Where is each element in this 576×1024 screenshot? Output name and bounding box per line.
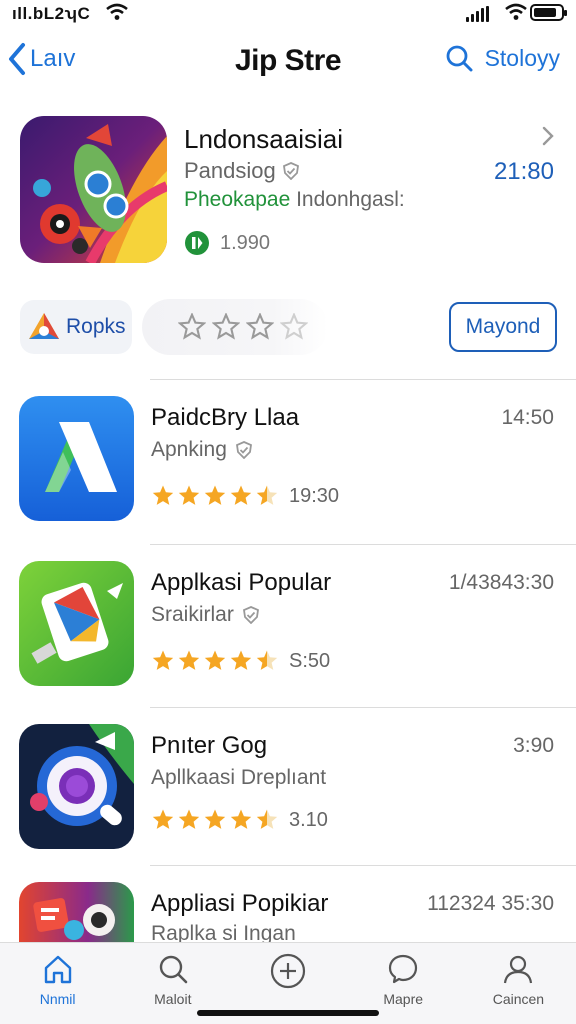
app-name: Appliasi Popikiar xyxy=(151,890,329,917)
search-icon xyxy=(446,45,473,72)
app-name: PaidcBry Llaa xyxy=(151,404,300,431)
verified-badge-icon xyxy=(242,606,259,624)
rating-value: 19:30 xyxy=(289,484,340,507)
star-icon xyxy=(246,313,274,340)
app-time: 14:50 xyxy=(501,406,554,429)
tab-profile[interactable]: Caincen xyxy=(461,943,576,1024)
app-subtitle: Sraikirlar xyxy=(151,603,260,627)
star-icon xyxy=(256,650,278,670)
featured-app-price: 21:80 xyxy=(493,158,554,185)
verified-badge-icon xyxy=(282,162,299,180)
home-indicator[interactable] xyxy=(197,1010,379,1016)
tab-label: Mapre xyxy=(383,991,424,1007)
star-icon xyxy=(230,485,252,505)
app-subtitle: Apnking xyxy=(151,438,253,462)
app-name: Pnıter Gog xyxy=(151,732,268,759)
app-name: Applkasi Popular xyxy=(151,569,332,596)
star-icon xyxy=(230,650,252,670)
featured-app-title: Lndonsaaisiai xyxy=(184,124,344,154)
divider xyxy=(150,865,576,866)
star-icon xyxy=(230,809,252,829)
star-icon xyxy=(152,809,174,829)
star-icon xyxy=(152,485,174,505)
list-item[interactable]: PaidcBry Llaa 14:50 Apnking 19:30 xyxy=(0,396,576,546)
tab-label: Nnmil xyxy=(39,991,76,1007)
list-item[interactable]: Applkasi Popular 1/43843:30 Sraikirlar S… xyxy=(0,561,576,711)
filter-row: Ropks Mayond xyxy=(0,296,576,358)
chevron-right-icon xyxy=(542,126,554,151)
plus-icon xyxy=(270,953,306,989)
star-icon xyxy=(152,650,174,670)
category-chip[interactable]: Ropks xyxy=(20,300,132,354)
star-icon xyxy=(212,313,240,340)
app-icon xyxy=(19,561,134,686)
star-icon xyxy=(178,313,206,340)
carrier-label: ıll.bL2ʮC xyxy=(12,4,91,23)
featured-app-tagline: Pheokapae Indonhgasl: xyxy=(184,188,405,211)
star-icon xyxy=(178,485,200,505)
app-time: 112324 35:30 xyxy=(427,892,554,915)
list-item[interactable]: Appliasi Popikiar 112324 35:30 Raplka si… xyxy=(0,882,576,942)
app-rating: S:50 xyxy=(151,649,330,673)
rating-value: S:50 xyxy=(289,649,331,672)
divider xyxy=(150,544,576,545)
app-icon xyxy=(19,724,134,849)
divider xyxy=(150,707,576,708)
tab-label: Caincen xyxy=(492,991,545,1007)
rating-filter[interactable] xyxy=(142,299,328,355)
verified-badge-icon xyxy=(235,441,252,459)
star-icon xyxy=(204,485,226,505)
rating-value: 3.10 xyxy=(289,808,328,831)
app-logo-icon xyxy=(29,313,59,339)
app-time: 1/43843:30 xyxy=(448,571,554,594)
featured-app-rating: 1.990 xyxy=(184,230,270,256)
signal-icon xyxy=(466,6,489,22)
tab-label: Maloit xyxy=(154,991,192,1007)
chat-icon xyxy=(389,954,418,984)
battery-icon xyxy=(530,4,567,21)
search-icon xyxy=(159,955,188,984)
navigation-bar: Laıv Jip Stre Stoloyy xyxy=(0,34,576,94)
featured-app[interactable]: Lndonsaaisiai Pandsiog 21:80 Pheokapae I… xyxy=(0,110,576,280)
app-icon xyxy=(19,882,134,942)
tab-home[interactable]: Nnmil xyxy=(0,943,115,1024)
person-icon xyxy=(504,955,533,984)
star-icon xyxy=(178,809,200,829)
star-icon xyxy=(178,650,200,670)
app-time: 3:90 xyxy=(513,734,554,757)
status-bar: ıll.bL2ʮC xyxy=(0,0,576,30)
app-subtitle: Apllkaasi Dreplıant xyxy=(151,766,327,789)
manage-button[interactable]: Mayond xyxy=(449,302,557,352)
app-rating: 19:30 xyxy=(151,484,339,508)
app-rating: 3.10 xyxy=(151,808,328,832)
divider xyxy=(150,379,576,380)
star-icon xyxy=(204,650,226,670)
home-icon xyxy=(44,955,71,984)
star-icon xyxy=(256,809,278,829)
star-icon xyxy=(280,313,308,340)
app-icon xyxy=(19,396,134,521)
wifi-icon xyxy=(505,3,527,26)
list-item[interactable]: Pnıter Gog 3:90 Apllkaasi Dreplıant 3.10 xyxy=(0,724,576,874)
star-icon xyxy=(204,809,226,829)
app-subtitle: Raplka si Ingan xyxy=(151,922,296,942)
search-label: Stoloyy xyxy=(484,44,560,71)
star-icon xyxy=(256,485,278,505)
category-chip-label: Ropks xyxy=(66,315,126,338)
featured-app-subtitle: Pandsiog xyxy=(184,158,300,184)
featured-app-icon xyxy=(20,116,167,263)
wifi-icon xyxy=(106,3,128,26)
search-button[interactable]: Stoloyy xyxy=(445,44,560,72)
app-badge-icon xyxy=(185,231,209,255)
